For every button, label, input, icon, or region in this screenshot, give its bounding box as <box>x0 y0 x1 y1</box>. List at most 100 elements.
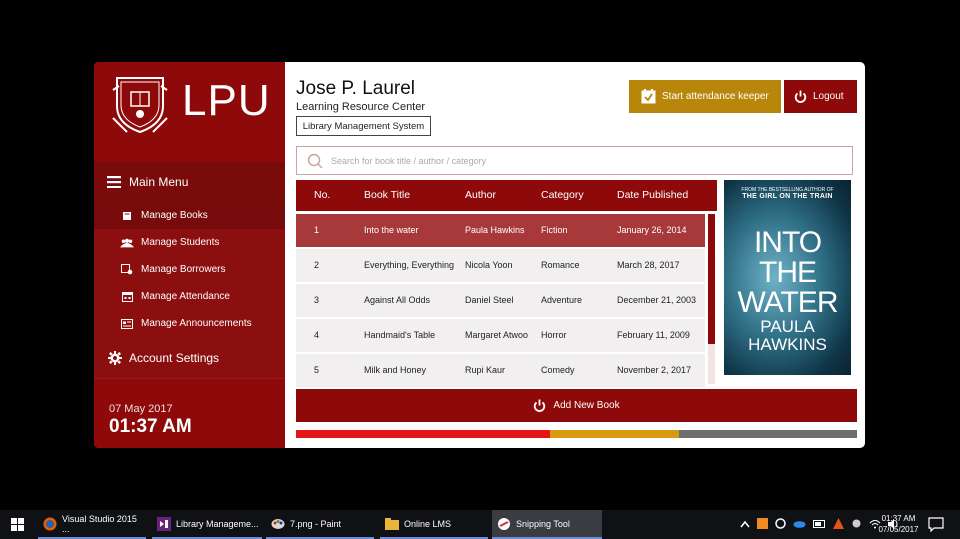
taskbar-item-online-lms[interactable]: Online LMS <box>380 510 488 539</box>
cell-title: Milk and Honey <box>364 365 427 375</box>
column-header-title[interactable]: Book Title <box>364 189 410 201</box>
current-time: 01:37 AM <box>109 416 192 437</box>
cell-author: Paula Hawkins <box>465 225 525 235</box>
sidebar-item-label: Manage Books <box>141 210 208 221</box>
cell-no: 3 <box>314 295 320 305</box>
start-attendance-label: Start attendance keeper <box>662 91 769 102</box>
cover-author-line: HAWKINS <box>748 335 827 354</box>
add-new-book-button[interactable]: Add New Book <box>296 389 857 422</box>
university-crest-icon <box>112 77 168 134</box>
scrollbar-thumb[interactable] <box>708 214 715 344</box>
page-subtitle: Learning Resource Center <box>296 101 426 113</box>
taskbar-item-label: Snipping Tool <box>516 518 570 529</box>
people-icon <box>120 237 134 249</box>
sidebar-item-manage-attendance[interactable]: Manage Attendance <box>94 283 285 310</box>
cover-title-line: INTO <box>753 226 822 259</box>
sidebar-item-label: Manage Attendance <box>141 291 230 302</box>
table-scrollbar[interactable] <box>708 214 715 384</box>
tray-alert-icon[interactable] <box>833 518 844 531</box>
cell-title: Handmaid's Table <box>364 330 436 340</box>
taskbar-item-label: 7.png - Paint <box>290 518 342 529</box>
system-tray <box>740 510 898 539</box>
search-bar[interactable] <box>296 146 853 175</box>
power-icon <box>794 90 807 103</box>
taskbar-item-snipping-tool[interactable]: Snipping Tool <box>492 510 602 539</box>
taskbar-time: 01:37 AM <box>881 514 916 523</box>
chevron-up-icon[interactable] <box>740 520 750 530</box>
account-settings-label: Account Settings <box>129 351 220 365</box>
table-row[interactable]: 5 Milk and Honey Rupi Kaur Comedy Novemb… <box>296 354 705 387</box>
main-menu-header[interactable]: Main Menu <box>94 162 285 202</box>
main-menu-label: Main Menu <box>129 175 189 189</box>
cell-author: Nicola Yoon <box>465 260 513 270</box>
power-icon <box>534 399 546 412</box>
strip-red-segment <box>296 430 550 438</box>
cell-title: Everything, Everything <box>364 260 455 270</box>
announcement-icon <box>120 318 134 330</box>
taskbar-item-library-management[interactable]: Library Manageme... <box>152 510 262 539</box>
cell-no: 4 <box>314 330 320 340</box>
book-icon <box>120 210 134 222</box>
sidebar-item-manage-borrowers[interactable]: Manage Borrowers <box>94 256 285 283</box>
firefox-icon <box>43 517 57 531</box>
sidebar-item-label: Manage Students <box>141 237 220 248</box>
calendar-check-icon <box>641 89 656 104</box>
cell-category: Fiction <box>541 225 568 235</box>
sidebar: LPU Main Menu Manage Books Manage Studen… <box>94 62 285 448</box>
table-row[interactable]: 2 Everything, Everything Nicola Yoon Rom… <box>296 249 705 282</box>
cell-category: Romance <box>541 260 580 270</box>
sidebar-item-label: Manage Announcements <box>141 318 252 329</box>
sidebar-item-label: Manage Borrowers <box>141 264 226 275</box>
hamburger-icon <box>107 176 121 188</box>
tray-sync-icon[interactable] <box>775 518 786 531</box>
folder-icon <box>385 517 399 531</box>
cell-category: Horror <box>541 330 567 340</box>
search-input[interactable] <box>331 155 831 166</box>
taskbar-item-paint[interactable]: 7.png - Paint <box>266 510 374 539</box>
column-header-no[interactable]: No. <box>314 189 330 201</box>
table-row[interactable]: 1 Into the water Paula Hawkins Fiction J… <box>296 214 705 247</box>
start-attendance-button[interactable]: Start attendance keeper <box>629 80 781 113</box>
column-header-category[interactable]: Category <box>541 189 584 201</box>
cell-author: Margaret Atwoo <box>465 330 529 340</box>
column-header-date[interactable]: Date Published <box>617 189 688 201</box>
sidebar-item-manage-announcements[interactable]: Manage Announcements <box>94 310 285 337</box>
table-row[interactable]: 4 Handmaid's Table Margaret Atwoo Horror… <box>296 319 705 352</box>
onedrive-icon[interactable] <box>793 519 806 530</box>
cell-date: January 26, 2014 <box>617 225 687 235</box>
cover-tag-title: THE GIRL ON THE TRAIN <box>742 193 833 200</box>
logout-button[interactable]: Logout <box>784 80 857 113</box>
account-settings-item[interactable]: Account Settings <box>94 346 285 370</box>
tray-app-icon[interactable] <box>757 518 768 531</box>
add-new-book-label: Add New Book <box>553 400 620 411</box>
taskbar-item-label: Library Manageme... <box>176 518 259 529</box>
windows-logo-icon <box>10 518 24 531</box>
logout-label: Logout <box>813 91 844 102</box>
notification-center-icon[interactable] <box>928 517 944 532</box>
taskbar-clock[interactable]: 01:37 AM 07/05/2017 <box>876 513 921 535</box>
sidebar-item-manage-books[interactable]: Manage Books <box>94 202 285 229</box>
cell-no: 5 <box>314 365 320 375</box>
sidebar-item-manage-students[interactable]: Manage Students <box>94 229 285 256</box>
cover-title-line: THE <box>759 256 817 289</box>
logo-area: LPU <box>94 62 285 162</box>
page-title: Jose P. Laurel <box>296 78 416 99</box>
clock-panel: 07 May 2017 01:37 AM <box>94 378 285 448</box>
battery-icon[interactable] <box>813 519 826 530</box>
taskbar-item-visual-studio[interactable]: Visual Studio 2015 ... <box>38 510 146 539</box>
strip-gray-segment <box>679 430 857 438</box>
cover-author: PAULA HAWKINS <box>724 318 851 354</box>
cell-date: February 11, 2009 <box>617 330 690 340</box>
cell-date: March 28, 2017 <box>617 260 680 270</box>
tray-settings-icon[interactable] <box>851 518 862 531</box>
gear-icon <box>108 351 122 365</box>
cell-author: Daniel Steel <box>465 295 514 305</box>
column-header-author[interactable]: Author <box>465 189 496 201</box>
start-button[interactable] <box>0 510 34 539</box>
color-strip <box>296 430 857 438</box>
cover-title: INTO THE WATER <box>724 228 851 318</box>
current-date: 07 May 2017 <box>109 403 173 415</box>
cell-date: December 21, 2003 <box>617 295 697 305</box>
app-window: LPU Main Menu Manage Books Manage Studen… <box>94 62 865 448</box>
table-row[interactable]: 3 Against All Odds Daniel Steel Adventur… <box>296 284 705 317</box>
